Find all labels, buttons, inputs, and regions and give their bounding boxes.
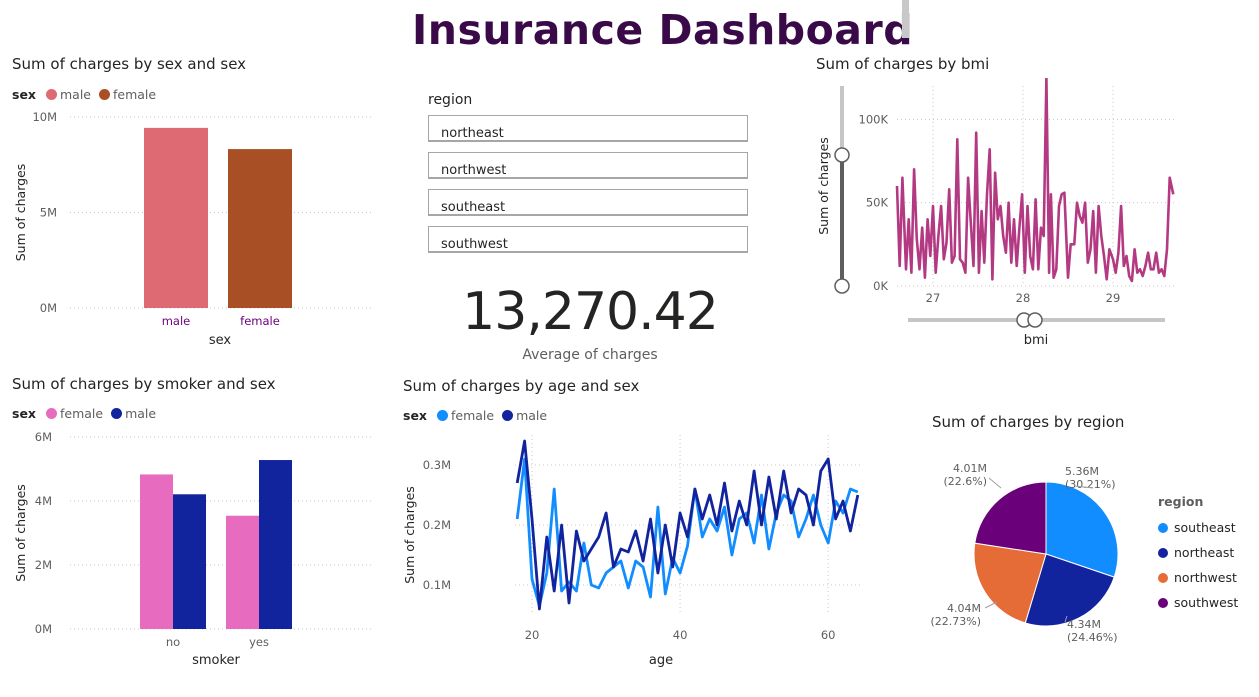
y-tick-label: 0.1M (423, 578, 451, 592)
legend-label: northwest (1174, 570, 1237, 585)
legend-title: region (1158, 494, 1204, 509)
legend-item-male[interactable]: male (107, 406, 156, 421)
legend-dot (45, 408, 57, 419)
legend-item-male[interactable]: male (498, 408, 547, 423)
x-tick-label: 60 (821, 628, 836, 642)
age-chart-legend: sex female male (403, 408, 551, 423)
legend-label: male (125, 406, 157, 421)
y-tick-label: 100K (859, 112, 889, 126)
legend-label: northeast (1174, 545, 1235, 560)
legend-dot (502, 410, 514, 421)
y-tick-label: 0.3M (423, 458, 451, 472)
bmi-line-chart: 0K 50K 100K 27 28 29 bmi Sum of charges (816, 78, 1176, 348)
legend-label: female (59, 406, 104, 421)
bar-yes-male (259, 460, 292, 629)
bmi-chart-title: Sum of charges by bmi (816, 55, 990, 73)
sex-bar-chart: 0M 5M 10M male female sex Sum of charges (13, 110, 372, 348)
bar-female (228, 149, 292, 308)
slicer-item-southeast[interactable]: southeast (428, 189, 748, 216)
y-axis-label: Sum of charges (402, 486, 417, 584)
y-tick-label: 0K (873, 279, 888, 293)
bar-no-female (140, 474, 173, 629)
age-chart-title: Sum of charges by age and sex (403, 377, 640, 395)
y-axis-label: Sum of charges (13, 484, 28, 582)
legend-title: sex (403, 408, 427, 423)
x-axis-label: sex (209, 333, 232, 348)
x-tick-label: 27 (926, 291, 941, 305)
average-charges-value: 13,270.42 (462, 282, 719, 342)
y-tick-label: 50K (866, 196, 889, 210)
y-range-slider-handle (834, 147, 850, 163)
pie-slice-southwest (974, 481, 1047, 555)
legend-dot (98, 89, 110, 100)
legend-label: southeast (1174, 520, 1236, 535)
pie-data-label: 5.36M (30.21%) (1065, 465, 1116, 491)
legend-item-northeast[interactable]: northeast (1158, 540, 1238, 565)
legend-item-female[interactable]: female (42, 406, 103, 421)
y-tick-label: 5M (40, 206, 57, 220)
legend-dot (45, 89, 57, 100)
slicer-item-southwest[interactable]: southwest (428, 226, 748, 253)
x-tick-label: male (162, 314, 191, 328)
bar-no-male (173, 494, 206, 629)
sex-chart-title: Sum of charges by sex and sex (12, 55, 247, 73)
region-chart-title: Sum of charges by region (932, 413, 1125, 431)
y-tick-label: 2M (35, 558, 52, 572)
x-tick-label: no (166, 635, 180, 649)
legend-dot (1158, 597, 1168, 608)
age-line-chart: 0.1M 0.2M 0.3M 20 40 60 age Sum of charges (402, 435, 860, 668)
pie-data-label: 4.34M (24.46%) (1067, 618, 1118, 644)
legend-item-female[interactable]: female (433, 408, 494, 423)
bar-yes-female (226, 515, 259, 629)
scroll-indicator[interactable] (902, 0, 909, 38)
legend-dot (1158, 572, 1168, 583)
x-tick-label: yes (249, 635, 269, 649)
y-tick-label: 0M (35, 622, 52, 636)
slicer-item-northeast[interactable]: northeast (428, 115, 748, 142)
region-slicer-title: region (428, 92, 473, 108)
slicer-item-northwest[interactable]: northwest (428, 152, 748, 179)
legend-item-southeast[interactable]: southeast (1158, 515, 1238, 540)
y-tick-label: 10M (32, 110, 57, 124)
y-tick-label: 0M (40, 301, 57, 315)
x-tick-label: 20 (525, 628, 540, 642)
bmi-series-line (895, 78, 1175, 283)
smoker-chart-legend: sex female male (12, 406, 160, 421)
legend-label: male (516, 408, 548, 423)
pie-leader-line (988, 477, 1002, 489)
dashboard-title: Insurance Dashboard (412, 6, 914, 54)
y-tick-label: 6M (35, 430, 52, 444)
legend-dot (1158, 547, 1168, 558)
legend-item-southwest[interactable]: southwest (1158, 590, 1238, 615)
x-axis-label: bmi (1024, 333, 1049, 348)
y-tick-label: 0.2M (423, 518, 451, 532)
x-tick-label: 28 (1016, 291, 1031, 305)
y-axis-label: Sum of charges (816, 137, 831, 235)
smoker-chart-title: Sum of charges by smoker and sex (12, 375, 276, 393)
legend-label: southwest (1174, 595, 1239, 610)
legend-dot (111, 408, 123, 419)
x-range-slider-handle (1027, 312, 1043, 328)
legend-dot (1158, 522, 1168, 533)
legend-label: female (450, 408, 495, 423)
bar-male (144, 127, 208, 309)
smoker-bar-chart: 0M 2M 4M 6M no yes smoker Sum of charges (13, 430, 372, 668)
y-tick-label: 4M (35, 494, 52, 508)
x-tick-label: 29 (1106, 291, 1121, 305)
x-tick-label: 40 (673, 628, 688, 642)
legend-item-northwest[interactable]: northwest (1158, 565, 1238, 590)
pie-data-label: 4.04M (22.73%) (930, 602, 981, 628)
region-pie-chart: 5.36M (30.21%) 4.34M (24.46%) 4.04M (22.73%) 4… (930, 462, 1119, 644)
legend-dot (436, 410, 448, 421)
pie-data-label: 4.01M (22.6%) (943, 462, 987, 488)
average-charges-label: Average of charges (522, 347, 658, 363)
x-axis-label: age (649, 653, 673, 668)
x-tick-label: female (240, 314, 280, 328)
region-pie-legend: region southeast northeast northwest sou… (1158, 494, 1238, 615)
y-range-slider-handle (834, 278, 850, 294)
y-axis-label: Sum of charges (13, 164, 28, 262)
legend-title: sex (12, 406, 36, 421)
x-axis-label: smoker (192, 653, 240, 668)
